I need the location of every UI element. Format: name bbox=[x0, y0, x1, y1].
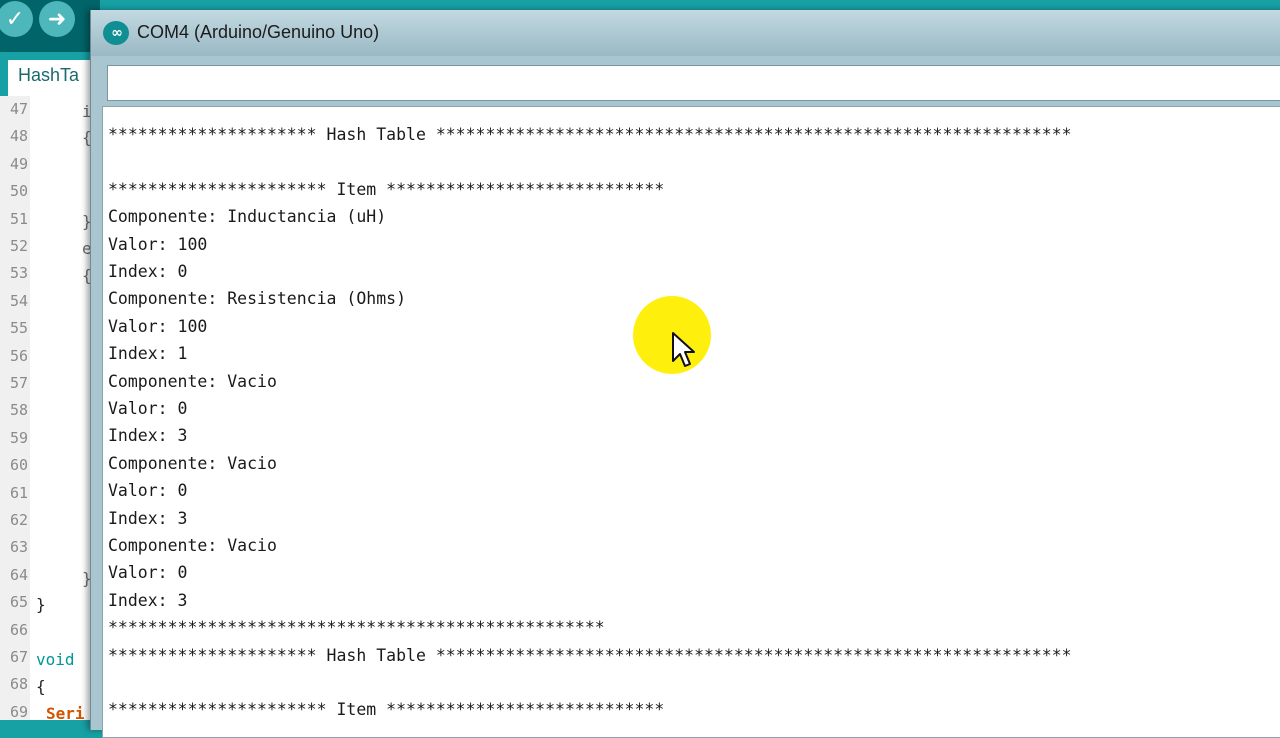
check-icon: ✓ bbox=[5, 6, 25, 32]
line-number: 61 bbox=[9, 483, 28, 502]
line-number: 57 bbox=[9, 374, 28, 392]
line-number: 59 bbox=[9, 428, 28, 447]
code-fragment: { bbox=[82, 128, 92, 147]
serial-output-line: ********************* Hash Table *******… bbox=[108, 125, 1072, 144]
line-number: 60 bbox=[9, 456, 28, 475]
serial-output-line: Index: 3 bbox=[108, 590, 188, 610]
line-number: 63 bbox=[9, 538, 28, 557]
ide-tab-bar: HashTa bbox=[0, 52, 100, 96]
sketch-tab-label: HashTa bbox=[18, 65, 80, 85]
serial-output-line: Componente: Vacio bbox=[108, 536, 277, 555]
serial-output-line: ****************************************… bbox=[108, 618, 605, 638]
arrow-right-icon: ➜ bbox=[47, 6, 67, 32]
serial-send-input[interactable] bbox=[107, 65, 1280, 101]
ide-toolbar: ✓ ➜ bbox=[0, 0, 100, 52]
serial-output-line: ********************** Item ************… bbox=[108, 179, 665, 199]
sketch-tab[interactable]: HashTa bbox=[8, 60, 100, 96]
code-fragment: e bbox=[82, 239, 92, 258]
code-fragment: { bbox=[82, 266, 92, 285]
window-title: COM4 (Arduino/Genuino Uno) bbox=[137, 22, 380, 42]
line-number: 50 bbox=[9, 182, 28, 201]
line-number: 58 bbox=[9, 401, 28, 420]
line-number: 48 bbox=[9, 127, 28, 146]
line-number: 47 bbox=[9, 100, 28, 118]
line-number: 51 bbox=[9, 209, 28, 228]
line-number-gutter: 47 48 49 50 51 52 53 54 55 56 57 58 59 60 61 62 63 64 65 66… bbox=[0, 96, 30, 721]
line-number: 49 bbox=[9, 154, 28, 173]
code-line-69-function: Seri bbox=[46, 704, 85, 723]
serial-output-line: Valor: 100 bbox=[108, 316, 208, 336]
serial-output-line: Index: 3 bbox=[108, 426, 188, 446]
line-number: 52 bbox=[9, 237, 28, 255]
line-number: 68 bbox=[9, 675, 28, 694]
serial-output-line: Valor: 0 bbox=[108, 399, 188, 418]
upload-button[interactable]: ➜ bbox=[39, 1, 75, 37]
serial-output-line: ********************** Item ************… bbox=[108, 700, 665, 720]
code-line-68: { bbox=[36, 677, 46, 696]
line-number: 65 bbox=[9, 593, 28, 612]
line-number: 64 bbox=[9, 565, 28, 584]
serial-output-line: Valor: 0 bbox=[108, 481, 188, 501]
serial-output-line: Index: 0 bbox=[108, 262, 188, 281]
code-line-67-keyword: void bbox=[36, 650, 75, 669]
code-line-65: } bbox=[36, 595, 46, 614]
line-number: 53 bbox=[9, 264, 28, 283]
title-bar[interactable]: ∞ COM4 (Arduino/Genuino Uno) bbox=[91, 10, 1280, 56]
serial-output-line: Componente: Vacio bbox=[108, 371, 277, 391]
serial-output-line: Componente: Inductancia (uH) bbox=[108, 207, 387, 227]
serial-output-line: Componente: Resistencia (Ohms) bbox=[108, 289, 407, 309]
code-fragment: i bbox=[82, 102, 92, 121]
code-editor[interactable]: 47 48 49 50 51 52 53 54 55 56 57 58 59 60 61 62 63 64 65 66… bbox=[0, 96, 100, 723]
mouse-pointer-icon bbox=[672, 332, 695, 367]
serial-output-line: Valor: 0 bbox=[108, 563, 188, 583]
serial-output-line: Index: 3 bbox=[108, 508, 188, 528]
line-number: 67 bbox=[9, 648, 28, 666]
arduino-logo-icon: ∞ bbox=[103, 21, 129, 45]
serial-output-area[interactable]: ********************* Hash Table *******… bbox=[102, 106, 1280, 738]
serial-output-line: Componente: Vacio bbox=[108, 453, 277, 473]
serial-output-line: Index: 1 bbox=[108, 344, 188, 364]
line-number: 69 bbox=[9, 702, 28, 721]
line-number: 55 bbox=[9, 319, 28, 338]
line-number: 54 bbox=[9, 291, 28, 310]
line-number: 56 bbox=[9, 346, 28, 365]
serial-output-line: Valor: 100 bbox=[108, 234, 208, 254]
line-number: 62 bbox=[9, 511, 28, 529]
code-fragment: } bbox=[82, 569, 92, 588]
verify-button[interactable]: ✓ bbox=[0, 1, 33, 37]
line-number: 66 bbox=[9, 620, 28, 639]
serial-output-line: ********************* Hash Table *******… bbox=[108, 645, 1072, 665]
code-fragment: } bbox=[82, 212, 92, 231]
